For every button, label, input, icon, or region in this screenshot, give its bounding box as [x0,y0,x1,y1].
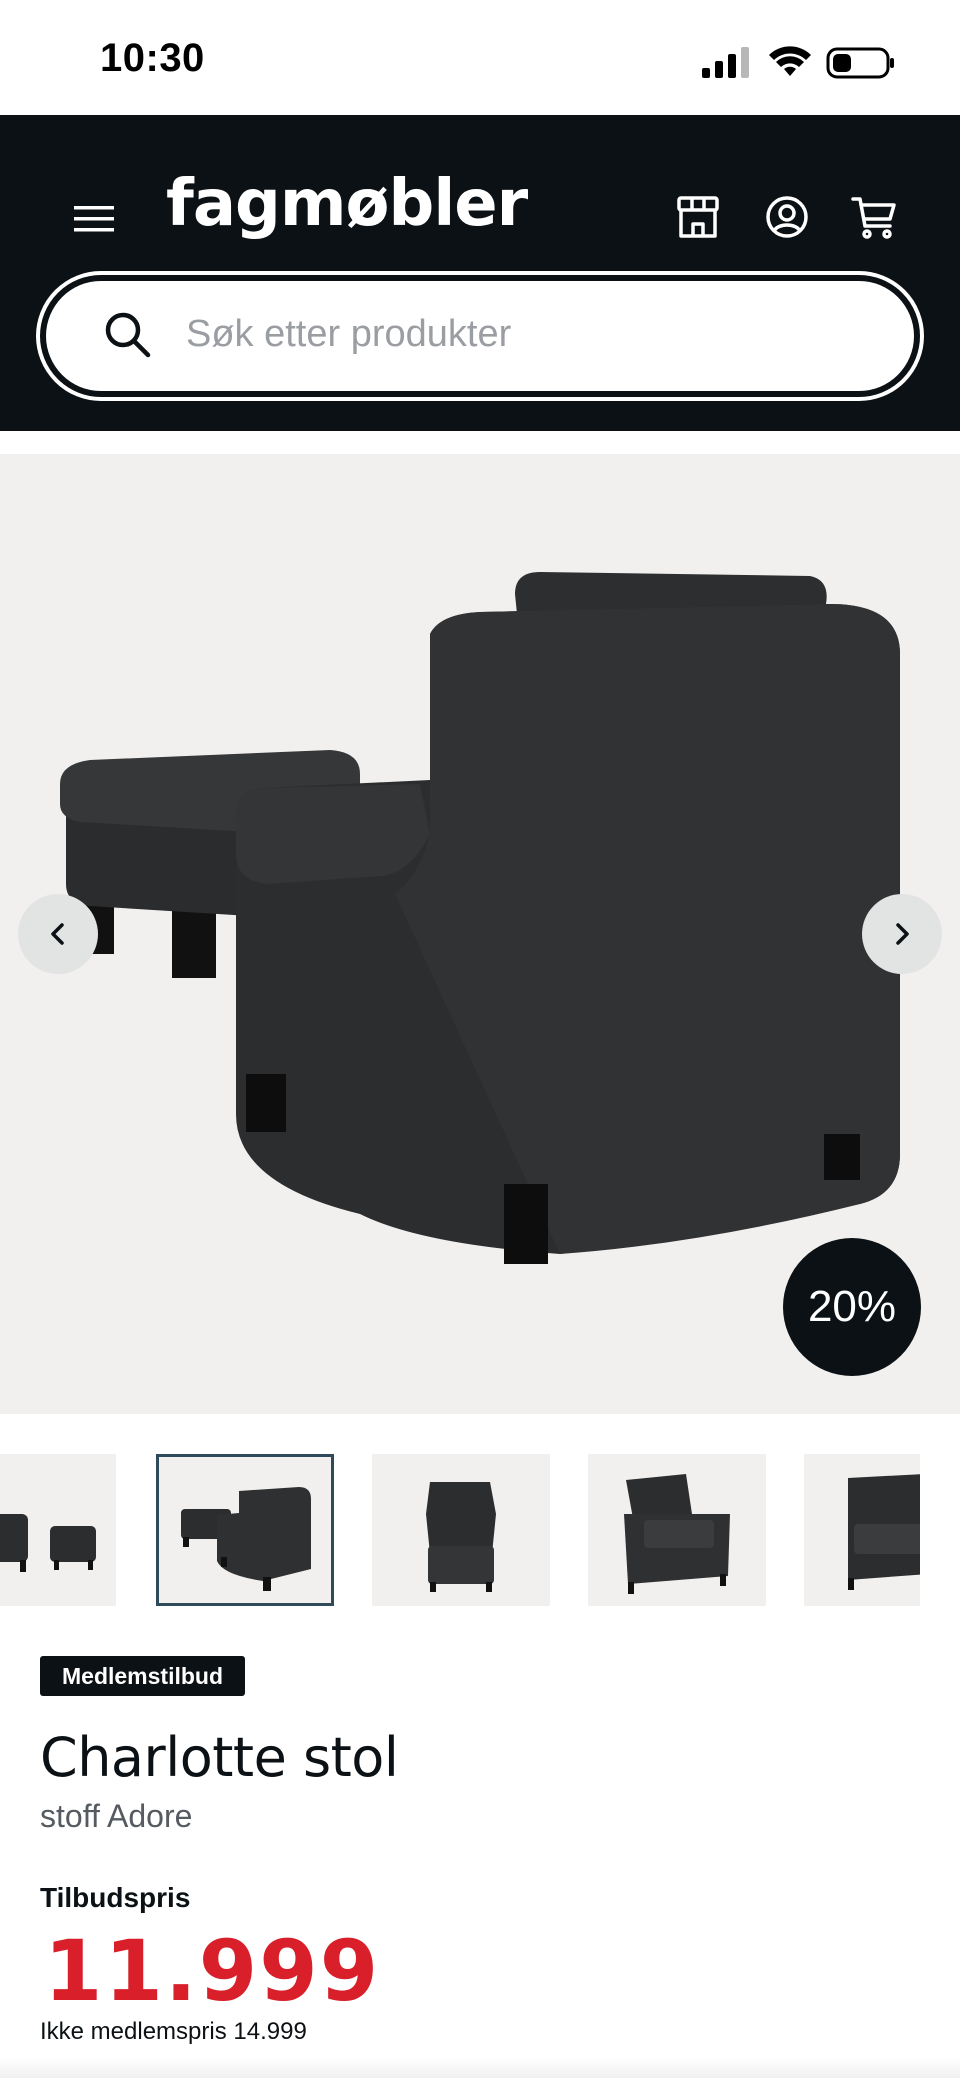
cart-icon [851,197,896,239]
thumbnail-5[interactable] [804,1454,920,1606]
store-button[interactable] [666,185,730,249]
user-icon [766,196,808,238]
thumbnail-3[interactable] [372,1454,550,1606]
product-subtitle: stoff Adore [40,1798,193,1834]
thumbnail-strip[interactable] [0,1452,920,1608]
battery-icon [826,47,894,79]
cart-button[interactable] [842,185,906,249]
product-thumbnail-image [426,1482,496,1592]
cellular-signal-icon [702,47,749,78]
status-time: 10:30 [100,36,205,80]
chevron-right-icon [896,923,909,945]
search-bar [36,271,924,401]
thumbnail-1[interactable] [0,1454,116,1606]
product-title: Charlotte stol [40,1726,399,1789]
thumbnail-2[interactable] [156,1454,334,1606]
bottom-edge [0,2058,960,2078]
brand-logo[interactable]: fagmøbler [166,167,528,241]
product-thumbnail-image [0,1514,96,1572]
account-button[interactable] [755,185,819,249]
status-bar: 10:30 [0,0,960,115]
search-box[interactable] [46,281,914,391]
offer-price: 11.999 [44,1922,381,2020]
site-header: fagmøbler [0,115,960,431]
previous-image-button[interactable] [18,894,98,974]
product-thumbnail-image [181,1487,311,1591]
discount-badge: 20% [783,1238,921,1376]
member-offer-badge: Medlemstilbud [40,1656,246,1696]
product-thumbnail-image [848,1474,920,1590]
non-member-price: Ikke medlemspris 14.999 [40,2018,307,2045]
hamburger-menu-icon [74,206,114,232]
price-label: Tilbudspris [40,1882,191,1913]
search-icon [105,312,151,358]
product-thumbnail-image [624,1474,730,1594]
chevron-left-icon [51,923,64,945]
menu-button[interactable] [68,193,120,245]
product-image-carousel[interactable]: 20% [0,454,960,1414]
thumbnail-4[interactable] [588,1454,766,1606]
search-input[interactable] [186,301,846,367]
next-image-button[interactable] [862,894,942,974]
wifi-icon [769,46,811,76]
store-icon [677,196,719,238]
